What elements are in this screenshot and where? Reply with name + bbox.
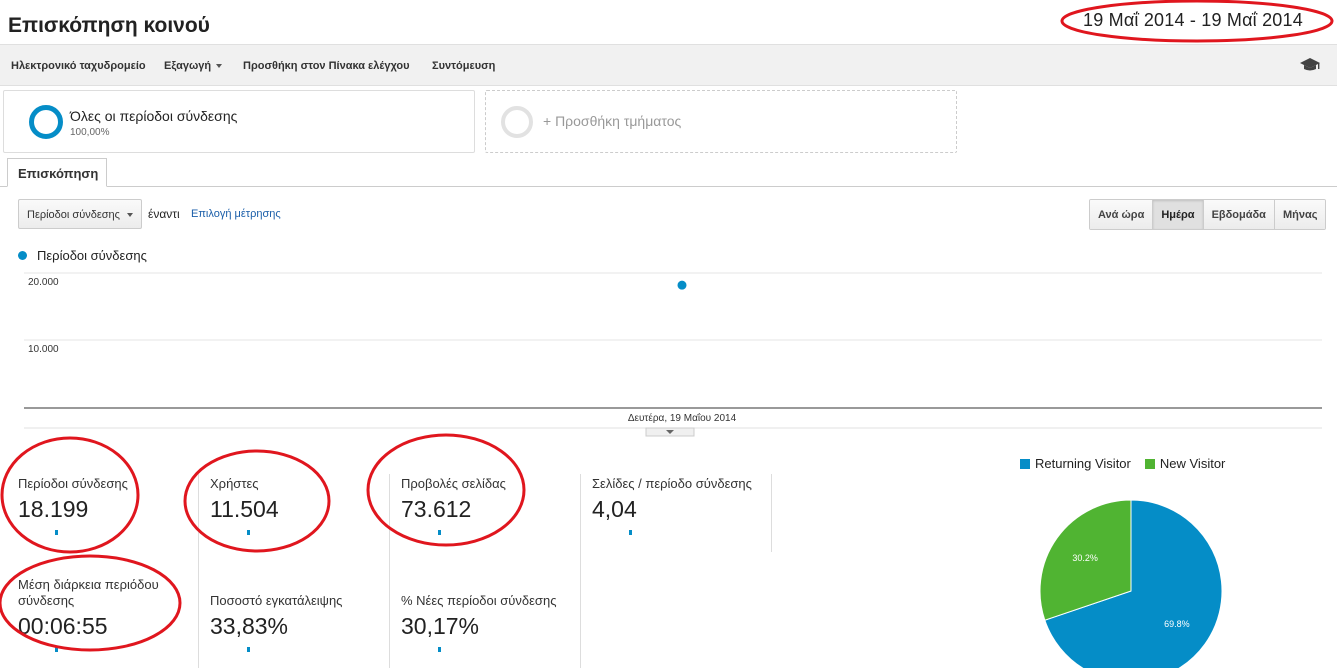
visitor-type-pie-chart: 69.8% 30.2% (1039, 499, 1223, 668)
granularity-week-button[interactable]: Εβδομάδα (1202, 200, 1274, 229)
y-tick-label: 10.000 (28, 344, 59, 355)
metric-avg-session-duration[interactable]: Μέση διάρκεια περιόδου σύνδεσης 00:06:55 (18, 577, 168, 652)
metric-value: 4,04 (592, 496, 637, 522)
legend-swatch-new (1144, 458, 1155, 469)
sessions-line-chart: 20.000 10.000 Δευτέρα, 19 Μαΐου 2014 (24, 272, 1322, 437)
metric-divider (580, 474, 581, 668)
pie-slices: 69.8% 30.2% (1039, 499, 1223, 668)
legend-label-new: New Visitor (1159, 456, 1226, 471)
chart-collapse-handle[interactable] (645, 427, 695, 437)
metric-pageviews[interactable]: Προβολές σελίδας 73.612 (401, 476, 591, 535)
pie-legend: Returning Visitor New Visitor (1020, 456, 1225, 471)
chevron-down-icon (127, 213, 133, 217)
tab-divider (0, 186, 1337, 187)
add-segment-button[interactable]: + Προσθήκη τμήματος (485, 90, 957, 153)
date-range-picker[interactable]: 19 Μαΐ 2014 - 19 Μαΐ 2014 (1083, 10, 1303, 31)
pie-slice-label: 69.8% (1164, 619, 1190, 629)
empty-segment-ring-icon (501, 106, 533, 138)
segment-label: Όλες οι περίοδοι σύνδεσης (70, 108, 238, 124)
metric-sessions[interactable]: Περίοδοι σύνδεσης 18.199 (18, 476, 208, 535)
segment-all-sessions[interactable]: Όλες οι περίοδοι σύνδεσης 100,00% (3, 90, 475, 153)
add-segment-label: + Προσθήκη τμήματος (543, 113, 682, 129)
metric-sparkline (247, 530, 250, 535)
metric-value: 73.612 (401, 496, 472, 522)
choose-metric-link[interactable]: Επιλογή μέτρησης (191, 208, 281, 220)
email-button[interactable]: Ηλεκτρονικό ταχυδρομείο (11, 60, 146, 72)
y-tick-label: 20.000 (28, 277, 59, 288)
metric-pages-per-session[interactable]: Σελίδες / περίοδο σύνδεσης 4,04 (592, 476, 767, 535)
graduation-cap-icon[interactable] (1299, 57, 1321, 73)
metric-label: Σελίδες / περίοδο σύνδεσης (592, 476, 752, 491)
metric-sparkline (438, 530, 441, 535)
metric-new-sessions[interactable]: % Νέες περίοδοι σύνδεσης 30,17% (401, 593, 591, 652)
metric-sparkline (247, 647, 250, 652)
chevron-down-icon (216, 64, 223, 69)
granularity-hourly-button[interactable]: Ανά ώρα (1090, 200, 1153, 229)
metric-sparkline (55, 647, 58, 652)
shortcut-button[interactable]: Συντόμευση (432, 60, 495, 72)
pie-slice-label: 30.2% (1072, 553, 1098, 563)
metric-sparkline (55, 530, 58, 535)
granularity-day-button[interactable]: Ημέρα (1152, 200, 1203, 229)
metric-sparkline (629, 530, 632, 535)
legend-swatch-returning (1020, 458, 1030, 469)
report-toolbar: Ηλεκτρονικό ταχυδρομείο Εξαγωγή Προσθήκη… (0, 45, 1337, 86)
metric-value: 00:06:55 (18, 613, 108, 639)
metric-dropdown[interactable]: Περίοδοι σύνδεσης (18, 199, 142, 229)
metric-label: Χρήστες (210, 476, 259, 491)
metric-label: Ποσοστό εγκατάλειψης (210, 593, 343, 608)
data-point[interactable] (677, 280, 687, 290)
metric-value: 33,83% (210, 613, 289, 639)
metric-bounce-rate[interactable]: Ποσοστό εγκατάλειψης 33,83% (210, 593, 400, 652)
add-to-dashboard-button[interactable]: Προσθήκη στον Πίνακα ελέγχου (243, 60, 410, 72)
metric-value: 30,17% (401, 613, 480, 639)
segment-ring-icon (29, 105, 63, 139)
segment-percent: 100,00% (70, 127, 110, 138)
export-button[interactable]: Εξαγωγή (164, 60, 223, 72)
granularity-buttons: Ανά ώρα Ημέρα Εβδομάδα Μήνας (1089, 199, 1327, 230)
metric-label: Μέση διάρκεια περιόδου σύνδεσης (18, 577, 159, 608)
tab-overview[interactable]: Επισκόπηση (7, 158, 107, 187)
metric-divider (389, 474, 390, 668)
series-points (677, 280, 687, 290)
versus-label: έναντι (148, 207, 180, 221)
metric-label: Περίοδοι σύνδεσης (18, 476, 128, 491)
x-tick-label: Δευτέρα, 19 Μαΐου 2014 (628, 412, 737, 424)
legend-label: Περίοδοι σύνδεσης (37, 248, 147, 263)
metric-label: Προβολές σελίδας (401, 476, 506, 491)
metric-value: 11.504 (210, 496, 279, 522)
granularity-month-button[interactable]: Μήνας (1273, 200, 1326, 229)
metric-users[interactable]: Χρήστες 11.504 (210, 476, 400, 535)
legend-dot (18, 251, 27, 260)
legend-label-returning: Returning Visitor (1035, 456, 1131, 471)
metric-divider (198, 474, 199, 668)
metric-divider (771, 474, 772, 552)
metric-value: 18.199 (18, 496, 89, 522)
metric-dropdown-value: Περίοδοι σύνδεσης (27, 209, 120, 221)
metric-label: % Νέες περίοδοι σύνδεσης (401, 593, 557, 608)
export-label: Εξαγωγή (164, 60, 212, 72)
page-title: Επισκόπηση κοινού (8, 14, 210, 37)
metric-sparkline (438, 647, 441, 652)
